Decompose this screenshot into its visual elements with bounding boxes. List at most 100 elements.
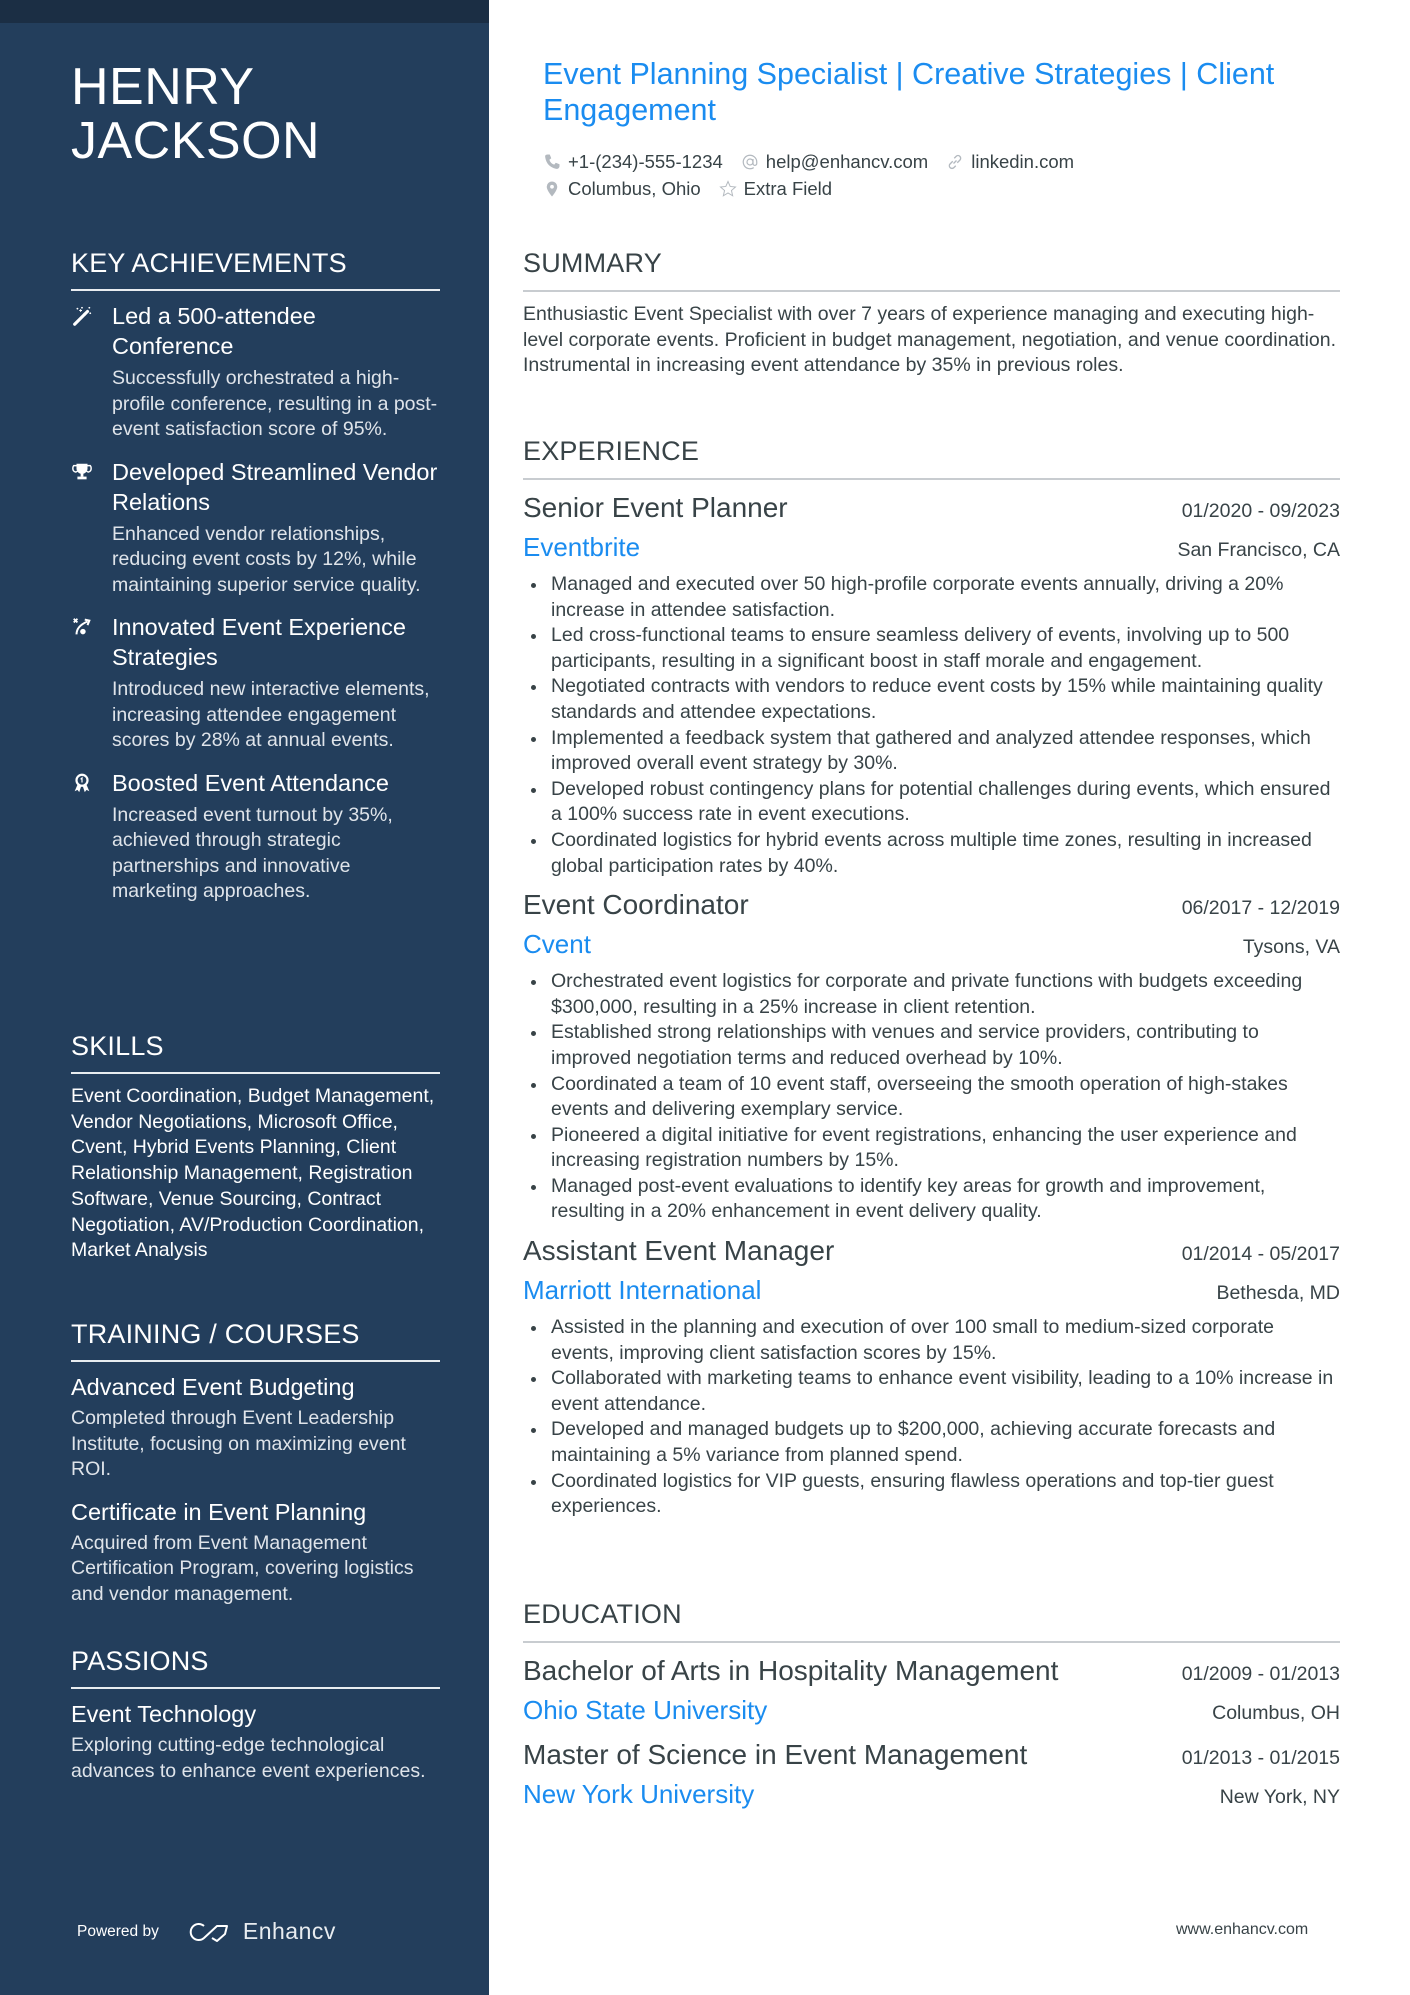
course-item: Advanced Event Budgeting Completed throu… [71, 1372, 440, 1483]
bullet-item: Negotiated contracts with vendors to red… [523, 674, 1340, 725]
section-title: SKILLS [71, 1031, 164, 1061]
achievement-title: Boosted Event Attendance [112, 769, 389, 796]
divider [71, 1072, 440, 1074]
course-title: Certificate in Event Planning [71, 1498, 367, 1525]
contact-extra: Extra Field [718, 178, 832, 200]
achievement-item: Led a 500-attendee Conference Successful… [71, 301, 440, 443]
achievement-title: Led a 500-attendee Conference [112, 303, 316, 359]
divider [523, 290, 1340, 292]
passions-section: PASSIONS Event Technology Exploring cutt… [71, 1645, 440, 1798]
headline: Event Planning Specialist | Creative Str… [543, 57, 1275, 127]
sidebar-top-band [0, 0, 489, 23]
section-title: EDUCATION [523, 1599, 682, 1629]
achievement-item: Innovated Event Experience Strategies In… [71, 612, 440, 754]
divider [71, 289, 440, 291]
job-dates: 01/2014 - 05/2017 [1181, 1243, 1340, 1266]
degree: Master of Science in Event Management [523, 1739, 1028, 1770]
job-dates: 06/2017 - 12/2019 [1181, 897, 1340, 920]
link-text: linkedin.com [971, 150, 1075, 172]
bullet-item: Led cross-functional teams to ensure sea… [523, 623, 1340, 674]
achievement-description: Successfully orchestrated a high-profile… [112, 367, 438, 440]
job-location: Tysons, VA [1242, 936, 1340, 959]
achievement-title: Innovated Event Experience Strategies [112, 614, 406, 670]
contact-phone[interactable]: +1-(234)-555-1234 [543, 151, 723, 173]
passion-title: Event Technology [71, 1701, 257, 1727]
skills-list: Event Coordination, Budget Management, V… [71, 1085, 435, 1262]
job-entry: Senior Event Planner 01/2020 - 09/2023 E… [523, 490, 1340, 879]
company-name[interactable]: Eventbrite [523, 529, 640, 565]
contact-email[interactable]: help@enhancv.com [741, 151, 928, 173]
summary-text: Enthusiastic Event Specialist with over … [523, 303, 1337, 377]
job-title: Event Coordinator [523, 889, 749, 921]
education-entry: Bachelor of Arts in Hospitality Manageme… [523, 1653, 1340, 1731]
bullet-item: Coordinated logistics for VIP guests, en… [523, 1469, 1340, 1520]
email-text: help@enhancv.com [765, 150, 929, 172]
section-title: EXPERIENCE [523, 436, 700, 466]
job-entry: Event Coordinator 06/2017 - 12/2019 Cven… [523, 887, 1340, 1225]
medal-icon [71, 768, 112, 905]
at-icon [742, 154, 758, 169]
passion-item: Event Technology Exploring cutting-edge … [71, 1699, 440, 1784]
bullet-item: Developed and managed budgets up to $200… [523, 1417, 1340, 1468]
bullet-item: Developed robust contingency plans for p… [523, 777, 1340, 828]
divider [71, 1360, 440, 1362]
star-icon [718, 179, 737, 197]
school-location: New York, NY [1219, 1786, 1340, 1808]
sidebar: HENRY JACKSON KEY ACHIEVEMENTS Led a 500… [0, 0, 489, 1995]
contact-location: Columbus, Ohio [543, 178, 701, 200]
bullet-item: Coordinated a team of 10 event staff, ov… [523, 1072, 1340, 1123]
contact-info: +1-(234)-555-1234 help@enhancv.com linke… [543, 148, 1333, 202]
section-title: TRAINING / COURSES [71, 1319, 360, 1349]
training-section: TRAINING / COURSES Advanced Event Budget… [71, 1318, 440, 1621]
experience-section: EXPERIENCE Senior Event Planner 01/2020 … [523, 435, 1340, 1528]
course-description: Completed through Event Leadership Insti… [71, 1407, 406, 1480]
job-entry: Assistant Event Manager 01/2014 - 05/201… [523, 1233, 1340, 1520]
course-item: Certificate in Event Planning Acquired f… [71, 1497, 440, 1608]
location-text: Columbus, Ohio [568, 177, 701, 199]
achievement-description: Increased event turnout by 35%, achieved… [112, 803, 393, 903]
school-name[interactable]: New York University [523, 1776, 754, 1812]
course-description: Acquired from Event Management Certifica… [71, 1531, 414, 1605]
divider [71, 1687, 440, 1689]
divider [523, 478, 1340, 480]
job-location: San Francisco, CA [1177, 539, 1340, 561]
course-title: Advanced Event Budgeting [71, 1374, 355, 1400]
phone-icon [545, 154, 560, 169]
passion-description: Exploring cutting-edge technological adv… [71, 1734, 426, 1782]
section-title: KEY ACHIEVEMENTS [71, 248, 347, 278]
footer-url[interactable]: www.enhancv.com [1176, 1921, 1308, 1939]
strategy-icon [71, 612, 112, 754]
education-entry: Master of Science in Event Management 01… [523, 1737, 1340, 1815]
bullet-item: Collaborated with marketing teams to enh… [523, 1366, 1340, 1417]
achievement-item: Boosted Event Attendance Increased event… [71, 768, 440, 905]
location-pin-icon [546, 181, 558, 196]
company-name[interactable]: Cvent [523, 926, 591, 962]
link-icon [948, 154, 962, 169]
candidate-name: HENRY JACKSON [71, 58, 321, 170]
enhancv-logo[interactable]: Enhancv [187, 1918, 336, 1945]
bullet-item: Orchestrated event logistics for corpora… [523, 969, 1340, 1020]
summary-section: SUMMARY Enthusiastic Event Specialist wi… [523, 247, 1340, 379]
bullet-item: Coordinated logistics for hybrid events … [523, 828, 1340, 879]
bullet-item: Managed post-event evaluations to identi… [523, 1174, 1340, 1225]
job-bullets: Assisted in the planning and execution o… [523, 1315, 1340, 1520]
skills-section: SKILLS Event Coordination, Budget Manage… [71, 1030, 440, 1264]
divider [523, 1641, 1340, 1643]
bullet-item: Established strong relationships with ve… [523, 1020, 1340, 1071]
job-location: Bethesda, MD [1216, 1282, 1340, 1305]
achievement-description: Enhanced vendor relationships, reducing … [112, 522, 421, 596]
achievement-description: Introduced new interactive elements, inc… [112, 678, 430, 751]
job-title: Assistant Event Manager [523, 1235, 835, 1267]
education-section: EDUCATION Bachelor of Arts in Hospitalit… [523, 1598, 1340, 1821]
job-title: Senior Event Planner [523, 492, 788, 523]
bullet-item: Assisted in the planning and execution o… [523, 1315, 1340, 1366]
enhancv-brand: Enhancv [242, 1918, 336, 1944]
school-name[interactable]: Ohio State University [523, 1692, 767, 1728]
phone-text: +1-(234)-555-1234 [568, 150, 723, 172]
job-bullets: Managed and executed over 50 high-profil… [523, 572, 1340, 879]
contact-link[interactable]: linkedin.com [946, 151, 1074, 173]
key-achievements-section: KEY ACHIEVEMENTS Led a 500-attendee Conf… [71, 247, 440, 919]
company-name[interactable]: Marriott International [523, 1272, 761, 1308]
school-location: Columbus, OH [1212, 1702, 1340, 1724]
achievement-item: Developed Streamlined Vendor Relations E… [71, 457, 440, 599]
